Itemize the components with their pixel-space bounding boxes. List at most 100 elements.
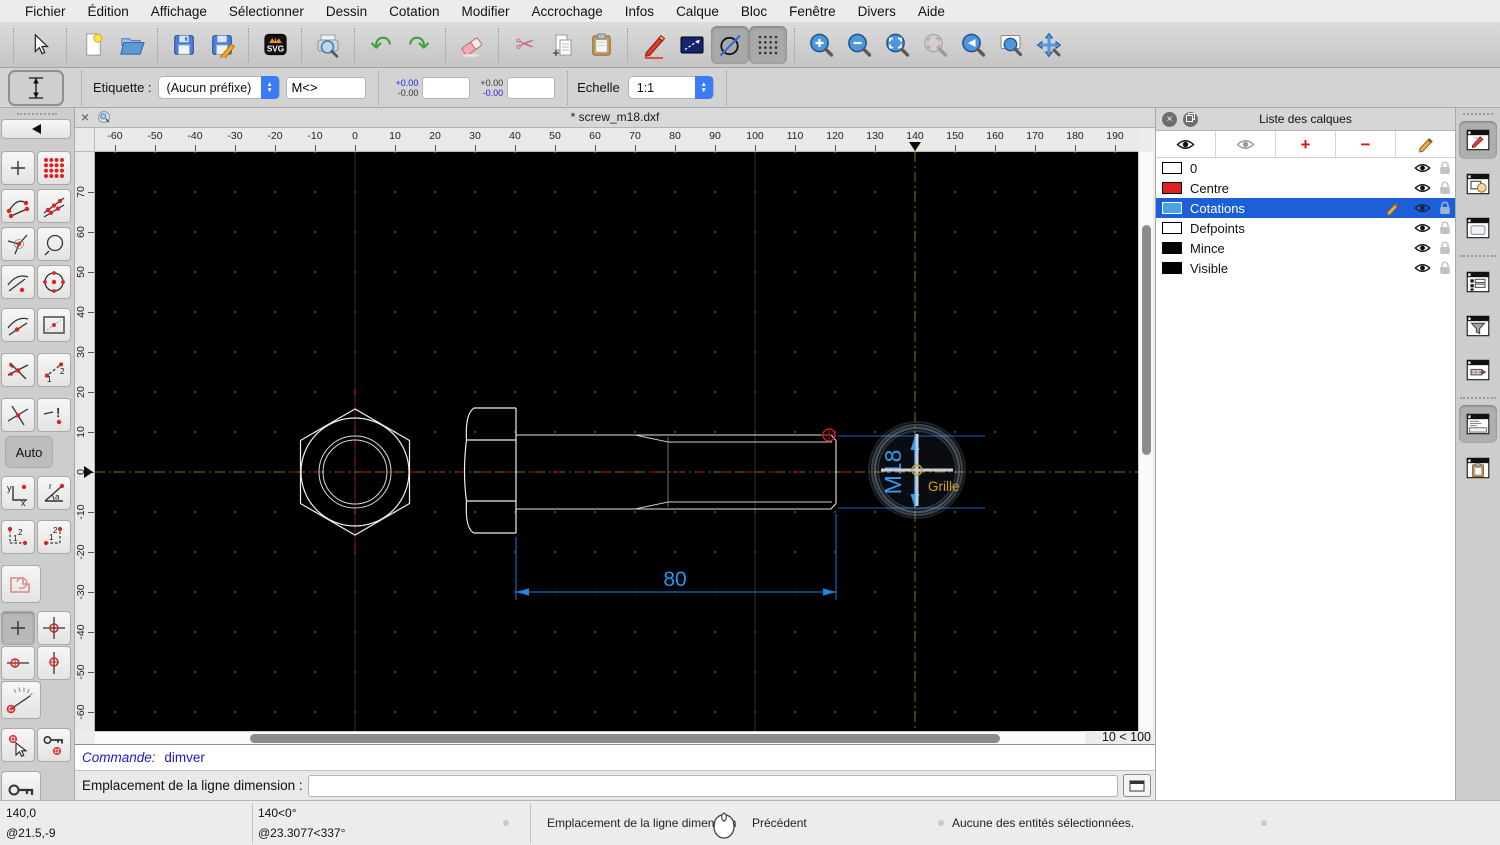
eye-icon[interactable] xyxy=(1414,202,1431,214)
snap-reference-button[interactable] xyxy=(37,308,71,342)
v-scrollbar-thumb[interactable] xyxy=(1142,225,1151,455)
tolerance-lower-input[interactable] xyxy=(507,76,556,99)
undo-button[interactable]: ↶ xyxy=(362,26,400,64)
menu-cotation[interactable]: Cotation xyxy=(378,4,450,19)
menu-dessin[interactable]: Dessin xyxy=(315,4,378,19)
menu-modifier[interactable]: Modifier xyxy=(450,4,520,19)
lock-icon[interactable] xyxy=(1439,161,1451,175)
eye-icon[interactable] xyxy=(1414,222,1431,234)
prefix-dropdown[interactable]: (Aucun préfixe) ▲ ▼ xyxy=(157,76,280,99)
clipboard-widget-toggle[interactable] xyxy=(1459,449,1497,487)
eye-icon[interactable] xyxy=(1414,182,1431,194)
relative-cartesian-button[interactable]: 12 xyxy=(1,520,35,554)
menu-infos[interactable]: Infos xyxy=(614,4,665,19)
back-button[interactable] xyxy=(1,119,71,139)
restrict-both-button[interactable] xyxy=(37,611,71,645)
layer-row-0[interactable]: 0 xyxy=(1156,158,1455,178)
menu-sélectionner[interactable]: Sélectionner xyxy=(218,4,315,19)
v-scrollbar[interactable] xyxy=(1138,152,1153,731)
tolerance-upper-input[interactable] xyxy=(422,76,471,99)
restrict-orthogonal-button[interactable] xyxy=(1,565,41,603)
remove-layer-button[interactable]: − xyxy=(1336,131,1396,157)
zoom-out-button[interactable] xyxy=(840,26,878,64)
show-all-layers-button[interactable] xyxy=(1156,131,1216,157)
copy-button[interactable] xyxy=(544,26,582,64)
delete-button[interactable] xyxy=(453,26,491,64)
pick-coordinate-button[interactable] xyxy=(1,728,35,762)
coordinate-cartesian-button[interactable]: yx xyxy=(1,476,35,510)
command-widget-toggle[interactable] xyxy=(1459,405,1497,443)
tab-title[interactable]: * screw_m18.dxf xyxy=(75,110,1155,124)
snap-tangent-button[interactable] xyxy=(1,265,35,299)
relative-polar-button[interactable]: 12 xyxy=(37,520,71,554)
lock-icon[interactable] xyxy=(1439,181,1451,195)
zoom-in-button[interactable] xyxy=(802,26,840,64)
menu-fichier[interactable]: Fichier xyxy=(14,4,77,19)
grid-toggle-button[interactable] xyxy=(749,25,787,64)
command-input[interactable] xyxy=(307,774,1118,797)
svg-export-button[interactable]: SVG xyxy=(256,26,294,64)
menu-fenêtre[interactable]: Fenêtre xyxy=(778,4,847,19)
eye-icon[interactable] xyxy=(1414,262,1431,274)
library-widget-toggle[interactable] xyxy=(1459,209,1497,247)
paste-button[interactable] xyxy=(582,26,620,64)
cut-button[interactable]: ✂ xyxy=(506,26,544,64)
restrict-free-button[interactable] xyxy=(1,611,35,645)
layer-row-defpoints[interactable]: Defpoints xyxy=(1156,218,1455,238)
set-angle-button[interactable] xyxy=(1,681,41,719)
layer-row-mince[interactable]: Mince xyxy=(1156,238,1455,258)
menu-divers[interactable]: Divers xyxy=(847,4,907,19)
save-button[interactable] xyxy=(165,26,203,64)
restrict-horizontal-button[interactable] xyxy=(1,646,35,680)
snap-grid-button[interactable] xyxy=(37,151,71,185)
lock-relative-zero-button[interactable] xyxy=(37,728,71,762)
lock-icon[interactable] xyxy=(1439,221,1451,235)
menu-calque[interactable]: Calque xyxy=(665,4,730,19)
save-as-button[interactable] xyxy=(203,26,241,64)
lock-icon[interactable] xyxy=(1439,261,1451,275)
relative-zero-button[interactable] xyxy=(1,771,41,800)
entity-list-widget-toggle[interactable] xyxy=(1459,263,1497,301)
open-file-button[interactable] xyxy=(112,26,150,64)
restrict-vertical-button[interactable] xyxy=(37,646,71,680)
redo-button[interactable]: ↷ xyxy=(400,26,438,64)
lock-icon[interactable] xyxy=(1439,241,1451,255)
layer-row-cotations[interactable]: Cotations xyxy=(1156,198,1455,218)
snap-free-button[interactable] xyxy=(1,151,35,185)
menu-aide[interactable]: Aide xyxy=(907,4,956,19)
snap-distance-button[interactable]: 12 xyxy=(37,353,71,387)
snap-perpendicular-button[interactable] xyxy=(1,227,35,261)
zoom-redraw-button[interactable] xyxy=(916,26,954,64)
dock-drag-handle[interactable] xyxy=(1463,113,1493,115)
snap-endpoint-button[interactable] xyxy=(1,189,35,223)
panel-float-button[interactable] xyxy=(1183,111,1198,127)
restrict-nothing-button[interactable]: ! xyxy=(37,398,71,432)
layer-row-centre[interactable]: Centre xyxy=(1156,178,1455,198)
command-dock-button[interactable] xyxy=(1123,774,1151,797)
echelle-dropdown[interactable]: 1:1 ▲ ▼ xyxy=(627,76,714,99)
zoom-previous-button[interactable] xyxy=(954,26,992,64)
eye-icon[interactable] xyxy=(1414,162,1431,174)
drawing-canvas[interactable]: 80 M18 Grille xyxy=(95,152,1138,731)
lock-icon[interactable] xyxy=(1439,201,1451,215)
dimension-label-input[interactable] xyxy=(285,76,366,99)
snap-entity-button[interactable] xyxy=(37,227,71,261)
menu-édition[interactable]: Édition xyxy=(77,4,140,19)
snap-intersection-manual-button[interactable] xyxy=(1,398,35,432)
menu-affichage[interactable]: Affichage xyxy=(140,4,218,19)
snap-on-entity-button[interactable] xyxy=(37,189,71,223)
new-file-button[interactable] xyxy=(74,26,112,64)
hide-all-layers-button[interactable] xyxy=(1216,131,1276,157)
pointer-tool-button[interactable] xyxy=(21,26,59,64)
snap-middle-button[interactable] xyxy=(1,308,35,342)
edit-layer-button[interactable] xyxy=(1396,131,1455,157)
zoom-pan-button[interactable] xyxy=(1030,26,1068,64)
panel-close-button[interactable]: × xyxy=(1162,111,1177,127)
filter-widget-toggle[interactable] xyxy=(1459,307,1497,345)
menu-accrochage[interactable]: Accrochage xyxy=(520,4,613,19)
h-scrollbar-thumb[interactable] xyxy=(250,734,1000,743)
zoom-auto-button[interactable] xyxy=(878,26,916,64)
pen-palette-widget-toggle[interactable] xyxy=(1459,351,1497,389)
coordinate-polar-button[interactable]: ra xyxy=(37,476,71,510)
print-preview-button[interactable] xyxy=(309,26,347,64)
